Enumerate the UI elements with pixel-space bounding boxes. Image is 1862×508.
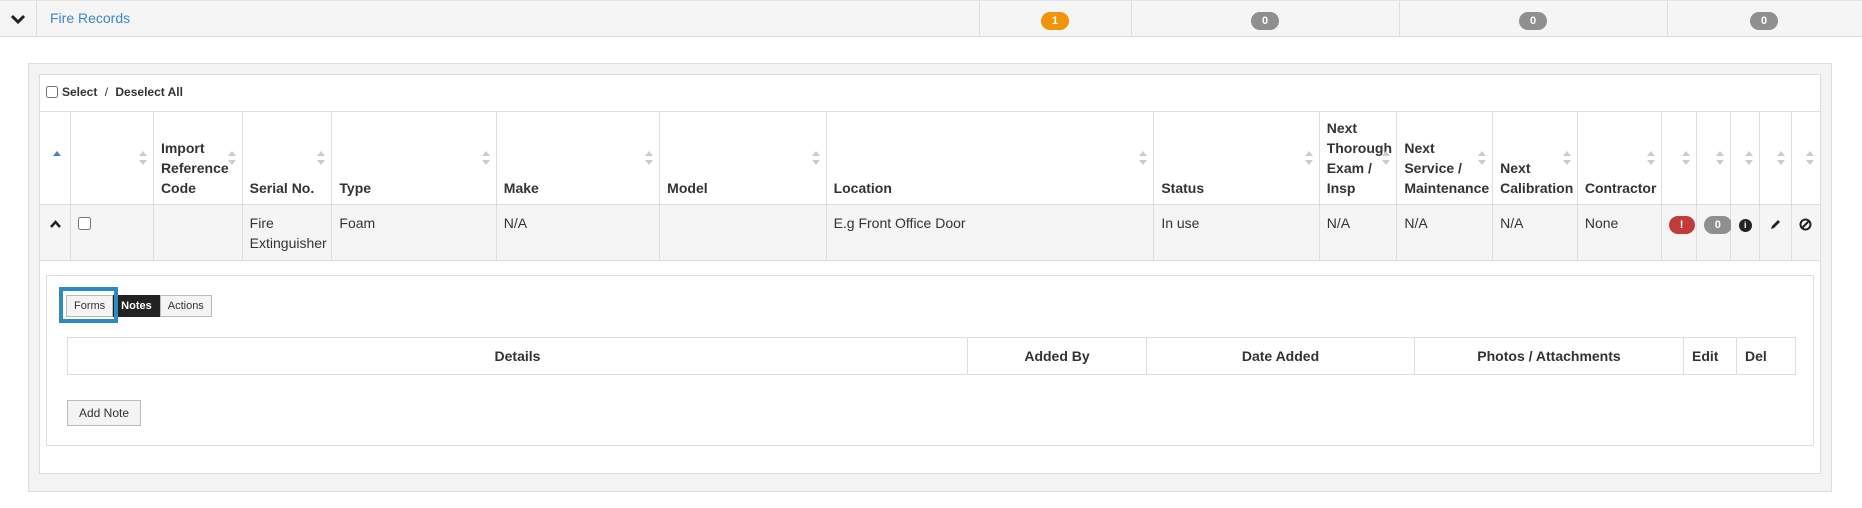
- col-del: Del: [1736, 337, 1796, 375]
- cell-import-ref: [152, 204, 243, 261]
- col-alerts[interactable]: [1660, 111, 1697, 205]
- records-table: Import Reference Code Serial No. Type Ma…: [38, 111, 1822, 261]
- row-checkbox[interactable]: [78, 217, 92, 230]
- info-icon[interactable]: i: [1738, 218, 1752, 232]
- col-count[interactable]: [1695, 111, 1732, 205]
- row-collapse-toggle[interactable]: [38, 204, 72, 261]
- select-all-checkbox[interactable]: [46, 86, 58, 98]
- cell-location: E.g Front Office Door: [825, 204, 1155, 261]
- chevron-down-icon: [11, 14, 25, 24]
- detail-tabs: Forms Notes Actions: [66, 295, 212, 317]
- deselect-label: Deselect All: [115, 85, 183, 99]
- cell-serial: Fire Extinguisher: [241, 204, 333, 261]
- col-photos: Photos / Attachments: [1414, 337, 1684, 375]
- col-added-by: Added By: [967, 337, 1147, 375]
- col-next-service[interactable]: Next Service / Maintenance: [1396, 111, 1494, 205]
- col-edit: Edit: [1683, 337, 1737, 375]
- collapse-toggle[interactable]: [0, 1, 37, 37]
- select-label: Select: [62, 85, 98, 99]
- col-next-calibration[interactable]: Next Calibration: [1492, 111, 1578, 205]
- cell-next-calibration: N/A: [1492, 204, 1578, 261]
- checkbox-column-header[interactable]: [70, 111, 154, 205]
- tab-notes[interactable]: Notes: [113, 295, 160, 317]
- table-header-row: Import Reference Code Serial No. Type Ma…: [38, 111, 1822, 205]
- section-header-row: Fire Records 1 0 0 0: [0, 0, 1862, 37]
- col-status[interactable]: Status: [1153, 111, 1320, 205]
- chevron-up-icon: [49, 220, 61, 228]
- notes-table: Details Added By Date Added Photos / Att…: [67, 337, 1796, 375]
- pencil-icon[interactable]: [1769, 218, 1782, 231]
- count-badge: 1: [1041, 12, 1069, 30]
- count-badge[interactable]: 0: [1703, 216, 1732, 234]
- notes-header-row: Details Added By Date Added Photos / Att…: [67, 337, 1796, 375]
- cell-next-exam: N/A: [1318, 204, 1398, 261]
- count-badge: 0: [1750, 12, 1778, 30]
- add-note-button[interactable]: Add Note: [67, 400, 142, 426]
- col-delete[interactable]: [1790, 111, 1822, 205]
- ban-icon[interactable]: [1799, 218, 1812, 231]
- col-date-added: Date Added: [1146, 337, 1415, 375]
- cell-type: Foam: [331, 204, 497, 261]
- col-details: Details: [67, 337, 968, 375]
- tab-forms[interactable]: Forms: [66, 295, 114, 317]
- col-edit[interactable]: [1759, 111, 1792, 205]
- cell-make: N/A: [495, 204, 661, 261]
- col-next-exam[interactable]: Next Thorough Exam / Insp: [1318, 111, 1398, 205]
- col-import-ref[interactable]: Import Reference Code: [152, 111, 243, 205]
- count-badge: 0: [1251, 12, 1279, 30]
- col-make[interactable]: Make: [495, 111, 661, 205]
- col-info[interactable]: [1730, 111, 1761, 205]
- sort-column-header[interactable]: [38, 111, 72, 205]
- col-location[interactable]: Location: [825, 111, 1155, 205]
- col-contractor[interactable]: Contractor: [1576, 111, 1662, 205]
- table-row: Fire Extinguisher Foam N/A E.g Front Off…: [38, 204, 1822, 261]
- cell-model: [659, 204, 827, 261]
- count-badge: 0: [1519, 12, 1547, 30]
- select-all[interactable]: Select / Deselect All: [46, 85, 183, 99]
- cell-next-service: N/A: [1396, 204, 1494, 261]
- cell-status: In use: [1153, 204, 1320, 261]
- tab-actions[interactable]: Actions: [159, 295, 212, 317]
- section-title-link[interactable]: Fire Records: [50, 10, 130, 26]
- col-serial[interactable]: Serial No.: [241, 111, 333, 205]
- col-type[interactable]: Type: [331, 111, 497, 205]
- cell-contractor: None: [1576, 204, 1662, 261]
- col-model[interactable]: Model: [659, 111, 827, 205]
- alert-badge[interactable]: !: [1668, 216, 1695, 234]
